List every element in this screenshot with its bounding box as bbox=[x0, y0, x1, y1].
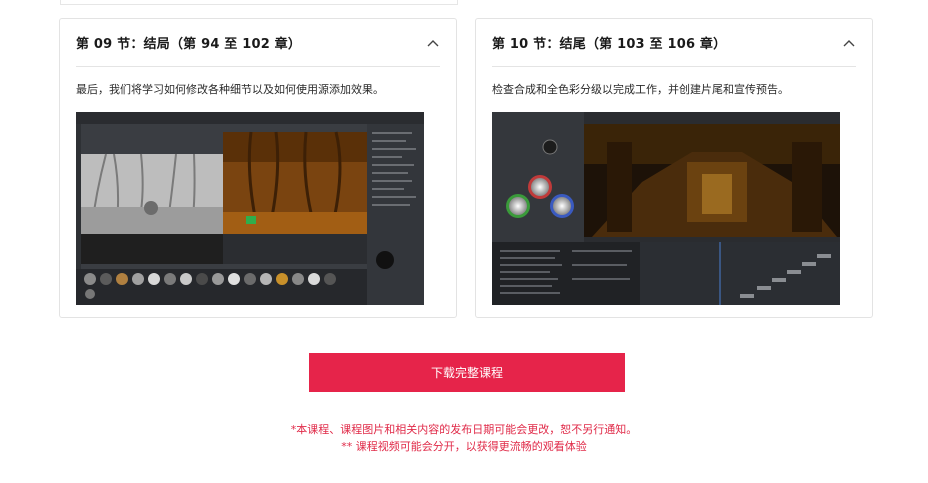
chapter-title: 第 10 节：结尾（第 103 至 106 章） bbox=[492, 37, 727, 52]
chapter-description: 检查合成和全色彩分级以完成工作，并创建片尾和宣传预告。 bbox=[492, 83, 789, 96]
download-full-course-button[interactable]: 下载完整课程 bbox=[309, 353, 625, 392]
video-split-note: ** 课程视频可能会分开，以获得更流畅的观看体验 bbox=[341, 440, 587, 453]
chapter-preview-image bbox=[492, 112, 840, 305]
chapter-header[interactable]: 第 10 节：结尾（第 103 至 106 章） bbox=[492, 19, 856, 67]
chapter-card-09: 第 09 节：结局（第 94 至 102 章） 最后，我们将学习如何修改各种细节… bbox=[59, 18, 457, 318]
disclaimer-note: *本课程、课程图片和相关内容的发布日期可能会更改，恕不另行通知。 bbox=[290, 423, 638, 436]
chapter-title: 第 09 节：结局（第 94 至 102 章） bbox=[76, 37, 302, 52]
chapter-description: 最后，我们将学习如何修改各种细节以及如何使用源添加效果。 bbox=[76, 83, 384, 96]
chapter-header[interactable]: 第 09 节：结局（第 94 至 102 章） bbox=[76, 19, 440, 67]
chevron-up-icon[interactable] bbox=[842, 36, 856, 50]
previous-card-edge bbox=[60, 0, 458, 5]
chevron-up-icon[interactable] bbox=[426, 36, 440, 50]
chapter-preview-image bbox=[76, 112, 424, 305]
chapter-card-10: 第 10 节：结尾（第 103 至 106 章） 检查合成和全色彩分级以完成工作… bbox=[475, 18, 873, 318]
